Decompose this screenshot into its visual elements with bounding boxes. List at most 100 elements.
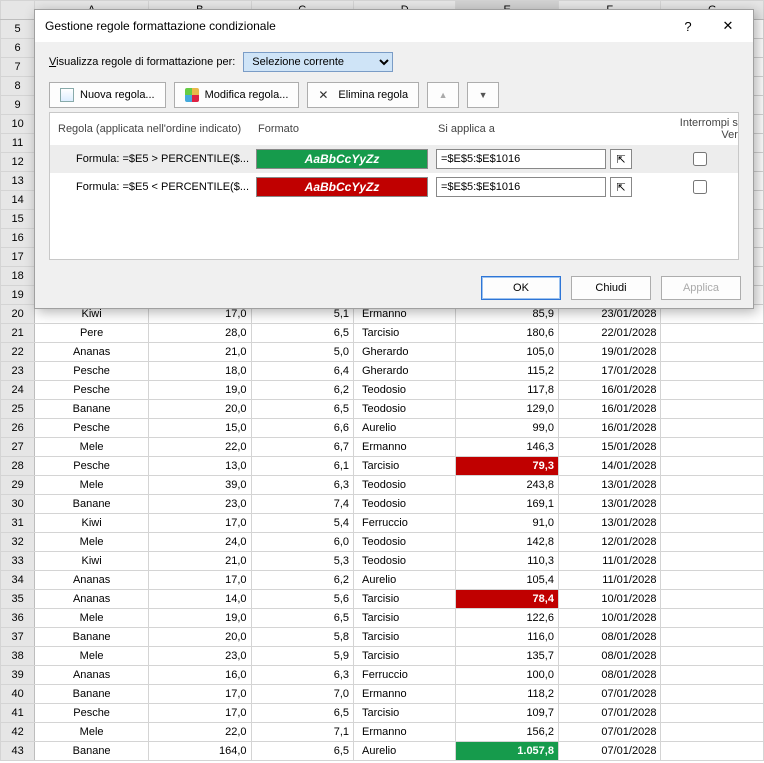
cell[interactable]: Teodosio: [354, 476, 456, 495]
row-header[interactable]: 41: [1, 704, 35, 723]
cell[interactable]: [661, 571, 764, 590]
row-header[interactable]: 6: [1, 39, 35, 58]
cell[interactable]: 24,0: [149, 533, 251, 552]
row-header[interactable]: 25: [1, 400, 35, 419]
cell[interactable]: 16/01/2028: [558, 381, 660, 400]
cell[interactable]: [661, 552, 764, 571]
cell[interactable]: Tarcisio: [354, 590, 456, 609]
cell[interactable]: 6,5: [251, 742, 353, 761]
cell[interactable]: [661, 343, 764, 362]
cell[interactable]: 117,8: [456, 381, 558, 400]
row-header[interactable]: 22: [1, 343, 35, 362]
cell[interactable]: 142,8: [456, 533, 558, 552]
cell[interactable]: Mele: [35, 723, 149, 742]
cell[interactable]: Banane: [35, 628, 149, 647]
cell[interactable]: 6,5: [251, 400, 353, 419]
row-header[interactable]: 27: [1, 438, 35, 457]
cell[interactable]: Pesche: [35, 419, 149, 438]
cell[interactable]: Ermanno: [354, 723, 456, 742]
cell[interactable]: 6,5: [251, 704, 353, 723]
row-header[interactable]: 21: [1, 324, 35, 343]
cell[interactable]: 1.057,8: [456, 742, 558, 761]
cell[interactable]: 243,8: [456, 476, 558, 495]
cell[interactable]: 7,4: [251, 495, 353, 514]
cell[interactable]: 79,3: [456, 457, 558, 476]
row-header[interactable]: 40: [1, 685, 35, 704]
cell[interactable]: [661, 400, 764, 419]
cell[interactable]: 15/01/2028: [558, 438, 660, 457]
cell[interactable]: 16/01/2028: [558, 419, 660, 438]
cell[interactable]: Ananas: [35, 590, 149, 609]
new-rule-button[interactable]: Nuova regola...: [49, 82, 166, 108]
row-header[interactable]: 20: [1, 305, 35, 324]
cell[interactable]: Ananas: [35, 343, 149, 362]
cell[interactable]: 6,6: [251, 419, 353, 438]
cell[interactable]: Mele: [35, 438, 149, 457]
row-header[interactable]: 13: [1, 172, 35, 191]
cell[interactable]: 116,0: [456, 628, 558, 647]
cell[interactable]: Teodosio: [354, 495, 456, 514]
cell[interactable]: 07/01/2028: [558, 685, 660, 704]
row-header[interactable]: 18: [1, 267, 35, 286]
cell[interactable]: Banane: [35, 400, 149, 419]
row-header[interactable]: 36: [1, 609, 35, 628]
cell[interactable]: 6,3: [251, 476, 353, 495]
cell[interactable]: Banane: [35, 742, 149, 761]
row-header[interactable]: 34: [1, 571, 35, 590]
cell[interactable]: 12/01/2028: [558, 533, 660, 552]
cell[interactable]: 20,0: [149, 400, 251, 419]
row-header[interactable]: 12: [1, 153, 35, 172]
cell[interactable]: [661, 495, 764, 514]
close-icon[interactable]: ✕: [713, 16, 743, 36]
scope-select[interactable]: Selezione corrente: [243, 52, 393, 72]
cell[interactable]: 10/01/2028: [558, 609, 660, 628]
cell[interactable]: 39,0: [149, 476, 251, 495]
cell[interactable]: 11/01/2028: [558, 571, 660, 590]
cell[interactable]: 19/01/2028: [558, 343, 660, 362]
cell[interactable]: [661, 419, 764, 438]
move-down-button[interactable]: [467, 82, 499, 108]
range-picker-icon[interactable]: ⇱: [610, 149, 632, 169]
cell[interactable]: 22,0: [149, 723, 251, 742]
cell[interactable]: 6,2: [251, 381, 353, 400]
cell[interactable]: 5,8: [251, 628, 353, 647]
cell[interactable]: 105,4: [456, 571, 558, 590]
cell[interactable]: [661, 609, 764, 628]
cell[interactable]: 105,0: [456, 343, 558, 362]
row-header[interactable]: 10: [1, 115, 35, 134]
row-header[interactable]: 9: [1, 96, 35, 115]
cell[interactable]: 91,0: [456, 514, 558, 533]
cell[interactable]: [661, 514, 764, 533]
cell[interactable]: 22,0: [149, 438, 251, 457]
row-header[interactable]: 24: [1, 381, 35, 400]
cell[interactable]: 115,2: [456, 362, 558, 381]
row-header[interactable]: 39: [1, 666, 35, 685]
cell[interactable]: 6,3: [251, 666, 353, 685]
cell[interactable]: 7,1: [251, 723, 353, 742]
cell[interactable]: 21,0: [149, 343, 251, 362]
cell[interactable]: Banane: [35, 685, 149, 704]
cell[interactable]: [661, 742, 764, 761]
cell[interactable]: 6,1: [251, 457, 353, 476]
cell[interactable]: 5,4: [251, 514, 353, 533]
cell[interactable]: Ananas: [35, 666, 149, 685]
cell[interactable]: 156,2: [456, 723, 558, 742]
cell[interactable]: 122,6: [456, 609, 558, 628]
cell[interactable]: Banane: [35, 495, 149, 514]
cell[interactable]: 13/01/2028: [558, 495, 660, 514]
cell[interactable]: 15,0: [149, 419, 251, 438]
cell[interactable]: Pesche: [35, 704, 149, 723]
close-button[interactable]: Chiudi: [571, 276, 651, 300]
rule-row[interactable]: Formula: =$E5 > PERCENTILE($...AaBbCcYyZ…: [50, 145, 738, 173]
cell[interactable]: 5,3: [251, 552, 353, 571]
cell[interactable]: 5,6: [251, 590, 353, 609]
cell[interactable]: Aurelio: [354, 571, 456, 590]
cell[interactable]: Tarcisio: [354, 609, 456, 628]
cell[interactable]: [661, 362, 764, 381]
cell[interactable]: [661, 723, 764, 742]
cell[interactable]: 14/01/2028: [558, 457, 660, 476]
row-header[interactable]: 14: [1, 191, 35, 210]
cell[interactable]: 13/01/2028: [558, 514, 660, 533]
cell[interactable]: 08/01/2028: [558, 666, 660, 685]
row-header[interactable]: 16: [1, 229, 35, 248]
